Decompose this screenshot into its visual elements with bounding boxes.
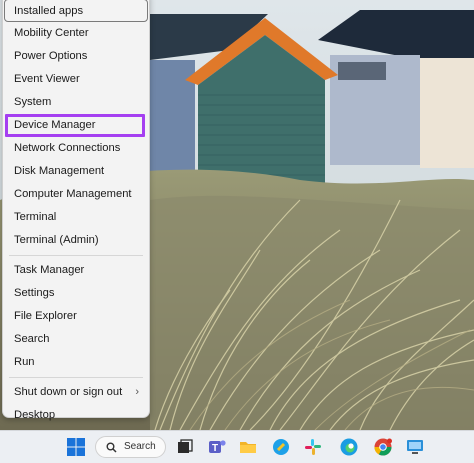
quick-link-menu: Installed apps Mobility Center Power Opt… — [2, 0, 150, 421]
menu-item-installed-apps[interactable]: Installed apps — [4, 0, 148, 22]
menu-item-file-explorer[interactable]: File Explorer — [3, 305, 149, 328]
teams-icon[interactable]: T — [207, 437, 227, 457]
menu-item-computer-management[interactable]: Computer Management — [3, 183, 149, 206]
menu-item-event-viewer[interactable]: Event Viewer — [3, 68, 149, 91]
menu-separator — [9, 255, 143, 256]
menu-item-mobility-center[interactable]: Mobility Center — [3, 22, 149, 45]
menu-item-run[interactable]: Run — [3, 351, 149, 374]
menu-item-search[interactable]: Search — [3, 328, 149, 351]
chevron-right-icon: › — [135, 386, 139, 398]
menu-item-shut-down[interactable]: Shut down or sign out › — [3, 381, 149, 404]
slack-icon[interactable] — [303, 437, 323, 457]
menu-item-shut-down-label: Shut down or sign out — [14, 386, 123, 398]
remote-desktop-icon[interactable] — [405, 437, 425, 457]
menu-item-terminal-admin[interactable]: Terminal (Admin) — [3, 229, 149, 252]
menu-item-system[interactable]: System — [3, 91, 149, 114]
chrome-icon[interactable] — [373, 437, 393, 457]
task-view-icon[interactable] — [175, 437, 195, 457]
taskbar: Search T — [0, 430, 474, 463]
menu-separator — [9, 377, 143, 378]
edge-icon[interactable] — [339, 437, 359, 457]
menu-item-disk-management[interactable]: Disk Management — [3, 160, 149, 183]
menu-item-task-manager[interactable]: Task Manager — [3, 259, 149, 282]
app-icon[interactable] — [271, 437, 291, 457]
windows-start-icon[interactable] — [66, 437, 86, 457]
menu-item-network-connections[interactable]: Network Connections — [3, 137, 149, 160]
menu-item-desktop[interactable]: Desktop — [3, 404, 149, 427]
menu-item-terminal[interactable]: Terminal — [3, 206, 149, 229]
menu-item-power-options[interactable]: Power Options — [3, 45, 149, 68]
search-icon — [106, 441, 117, 461]
svg-text:T: T — [212, 443, 218, 454]
menu-item-settings[interactable]: Settings — [3, 282, 149, 305]
menu-item-device-manager[interactable]: Device Manager — [5, 114, 145, 137]
taskbar-search-box[interactable]: Search — [95, 436, 166, 458]
file-explorer-icon[interactable] — [238, 437, 258, 457]
search-box-label: Search — [124, 441, 156, 452]
